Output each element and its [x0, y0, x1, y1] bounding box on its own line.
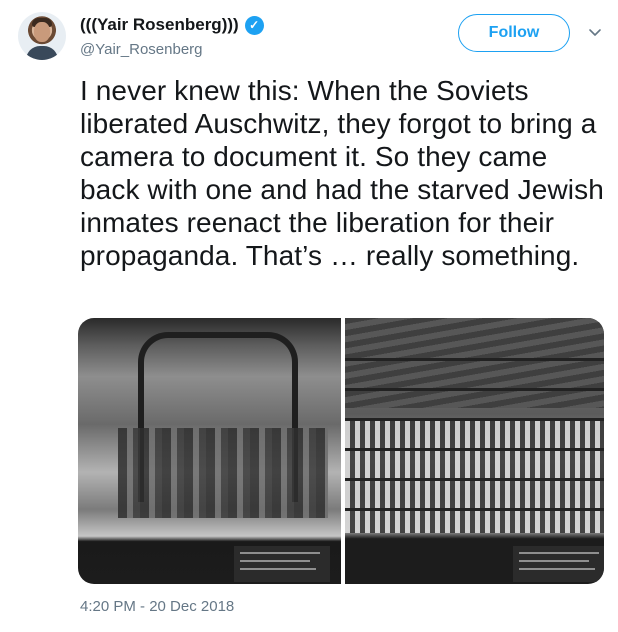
follow-button[interactable]: Follow: [458, 14, 570, 52]
chevron-down-icon[interactable]: [586, 24, 604, 42]
verified-badge-icon: ✓: [244, 15, 264, 35]
tweet-media[interactable]: [78, 318, 604, 584]
tweet-timestamp[interactable]: 4:20 PM - 20 Dec 2018: [80, 598, 234, 615]
caption-plate: [513, 546, 604, 582]
display-name[interactable]: (((Yair Rosenberg))): [80, 15, 239, 35]
prisoners-figures: [345, 418, 604, 533]
crowd-figures: [118, 428, 328, 518]
author-block[interactable]: (((Yair Rosenberg))) ✓ @Yair_Rosenberg: [80, 15, 264, 58]
barracks-roof: [345, 318, 604, 408]
photo-prisoners-fence[interactable]: [345, 318, 604, 584]
barbed-wire-fence: [345, 358, 604, 361]
photo-gate-liberation[interactable]: [78, 318, 341, 584]
caption-plate: [234, 546, 330, 582]
tweet-text: I never knew this: When the Soviets libe…: [80, 75, 604, 271]
display-name-row[interactable]: (((Yair Rosenberg))) ✓: [80, 15, 264, 35]
user-handle[interactable]: @Yair_Rosenberg: [80, 41, 264, 58]
avatar[interactable]: [18, 12, 66, 60]
